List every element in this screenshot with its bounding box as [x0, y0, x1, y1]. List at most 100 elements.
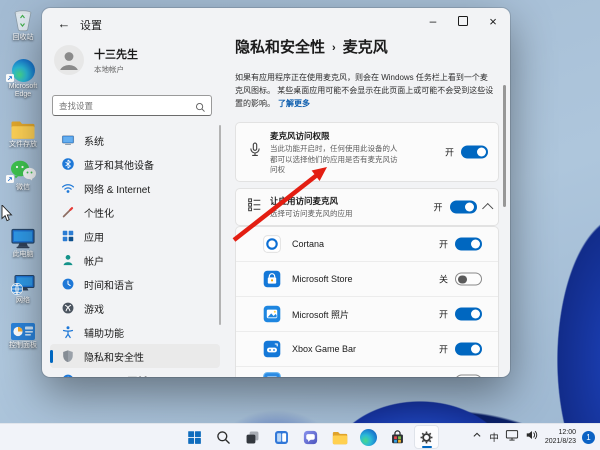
cortana-icon — [263, 235, 281, 253]
app-name: Cortana — [292, 239, 325, 249]
apps-list-card: Cortana 开 Microsoft Store 关 Microsoft 照片… — [235, 226, 499, 377]
sidebar-item-network[interactable]: 网络 & Internet — [50, 176, 220, 200]
sidebar-item-time-language[interactable]: 时间和语言 — [50, 272, 220, 296]
desktop-icon-label: 回收站 — [12, 34, 34, 41]
main-pane: 隐私和安全性 › 麦克风 如果有应用程序正在使用麦克风，则会在 Windows … — [235, 36, 503, 377]
microphone-icon — [247, 142, 263, 163]
sidebar-item-label: 系统 — [84, 136, 104, 148]
sidebar-item-label: 时间和语言 — [84, 280, 134, 292]
page-title: 隐私和安全性 › 麦克风 — [235, 36, 503, 57]
search-icon — [195, 100, 206, 118]
taskbar: 中 12:00 2021/8/23 1 — [0, 423, 600, 450]
system-icon — [61, 133, 75, 147]
collapse-chevron-icon[interactable] — [481, 203, 493, 214]
search-box[interactable] — [52, 95, 212, 116]
main-scrollbar[interactable] — [503, 85, 506, 207]
system-tray: 中 12:00 2021/8/23 1 — [471, 424, 595, 450]
app-row-photos: Microsoft 照片 开 — [236, 297, 498, 332]
taskbar-settings-button[interactable] — [414, 425, 439, 449]
desktop-icon-edge[interactable]: Microsoft Edge — [2, 55, 44, 100]
desktop-icon-recycle-bin[interactable]: 回收站 — [2, 6, 44, 42]
sidebar-item-label: 游戏 — [84, 304, 104, 316]
chat-icon — [303, 430, 318, 444]
app-row-xbox-game-bar: Xbox Game Bar 开 — [236, 332, 498, 367]
sidebar-item-privacy-security[interactable]: 隐私和安全性 — [50, 344, 220, 368]
file-explorer-button[interactable] — [327, 425, 352, 449]
sidebar-item-system[interactable]: 系统 — [50, 128, 220, 152]
photos-icon — [263, 305, 281, 323]
breadcrumb-root[interactable]: 隐私和安全性 — [235, 36, 325, 57]
toggle-state-label: 开 — [433, 202, 443, 213]
chat-button[interactable] — [298, 425, 323, 449]
mic-access-description: 当此功能开启时，任何使用此设备的人都可以选择他们的应用是否有麦克风访问权 — [270, 144, 398, 174]
app-row-microsoft-store: Microsoft Store 关 — [236, 262, 498, 297]
ime-indicator[interactable]: 中 — [489, 430, 499, 444]
taskbar-edge-button[interactable] — [356, 425, 381, 449]
app-toggle[interactable] — [455, 374, 482, 377]
back-button[interactable]: ← — [54, 13, 74, 33]
user-account[interactable]: 十三先生 本地帐户 — [54, 45, 138, 75]
sidebar-item-label: Windows 更新 — [84, 373, 147, 378]
desktop-icon-control-panel[interactable]: 控制面板 — [2, 314, 44, 350]
settings-gear-icon — [420, 431, 433, 443]
sidebar-item-label: 个性化 — [84, 208, 114, 220]
desktop-icon-label: 此电脑 — [12, 251, 34, 258]
sidebar-scrollbar[interactable] — [219, 125, 221, 325]
shortcut-arrow-icon — [6, 175, 14, 183]
sidebar-item-apps[interactable]: 应用 — [50, 224, 220, 248]
xbox-game-bar-toggle[interactable] — [455, 342, 482, 356]
toggle-state-label: 开 — [438, 239, 448, 250]
sidebar-item-label: 隐私和安全性 — [84, 352, 144, 364]
learn-more-link[interactable]: 了解更多 — [278, 99, 310, 108]
app-row-partial — [236, 367, 498, 377]
let-apps-description: 选择可访问麦克风的应用 — [270, 209, 353, 218]
accessibility-icon — [61, 325, 75, 339]
sidebar-item-accounts[interactable]: 帐户 — [50, 248, 220, 272]
folder-icon — [2, 113, 44, 140]
time-language-icon — [61, 277, 75, 291]
cortana-toggle[interactable] — [455, 237, 482, 251]
photos-toggle[interactable] — [455, 307, 482, 321]
desktop-icon-wechat[interactable]: 微信 — [2, 156, 44, 192]
toggle-state-label: 开 — [444, 147, 454, 158]
microsoft-store-toggle[interactable] — [455, 272, 482, 286]
sidebar-item-label: 帐户 — [84, 256, 104, 268]
desktop-icon-folder[interactable]: 文件存放 — [2, 113, 44, 149]
desktop-icon-network[interactable]: 网络 — [2, 269, 44, 305]
let-apps-card[interactable]: 让应用访问麦克风 选择可访问麦克风的应用 开 — [235, 188, 499, 226]
sidebar-item-windows-update[interactable]: Windows 更新 — [50, 368, 220, 377]
microsoft-store-icon — [263, 270, 281, 288]
sidebar-item-label: 网络 & Internet — [84, 184, 151, 196]
network-tray-icon[interactable] — [505, 428, 519, 447]
sidebar-item-personalization[interactable]: 个性化 — [50, 200, 220, 224]
clock[interactable]: 12:00 2021/8/23 — [545, 428, 576, 446]
sidebar-item-label: 辅助功能 — [84, 328, 124, 340]
notification-badge[interactable]: 1 — [582, 430, 595, 444]
tray-chevron-up-icon[interactable] — [471, 428, 483, 446]
taskbar-search-button[interactable] — [211, 425, 236, 449]
widgets-button[interactable] — [269, 425, 294, 449]
start-button[interactable] — [182, 425, 207, 449]
xbox-game-bar-icon — [263, 340, 281, 358]
sidebar-item-gaming[interactable]: 游戏 — [50, 296, 220, 320]
titlebar[interactable]: ← 设置 – × — [42, 8, 510, 38]
taskbar-store-button[interactable] — [385, 425, 410, 449]
edge-icon — [2, 55, 44, 82]
sidebar-item-bluetooth[interactable]: 蓝牙和其他设备 — [50, 152, 220, 176]
volume-icon[interactable] — [525, 428, 539, 447]
app-row-cortana: Cortana 开 — [236, 227, 498, 262]
tray-time: 12:00 — [558, 428, 576, 436]
sidebar-item-accessibility[interactable]: 辅助功能 — [50, 320, 220, 344]
app-name: Microsoft Store — [292, 274, 353, 284]
desktop-icon-this-pc[interactable]: 此电脑 — [2, 223, 44, 259]
task-view-button[interactable] — [240, 425, 265, 449]
search-input[interactable] — [53, 96, 197, 116]
user-name: 十三先生 — [94, 48, 138, 61]
mic-access-toggle[interactable] — [461, 145, 488, 159]
maximize-icon — [458, 16, 468, 26]
maximize-button[interactable] — [448, 9, 478, 33]
close-button[interactable]: × — [478, 9, 508, 33]
minimize-button[interactable]: – — [418, 9, 448, 33]
app-name: Microsoft 照片 — [292, 309, 350, 320]
let-apps-toggle[interactable] — [449, 200, 477, 214]
